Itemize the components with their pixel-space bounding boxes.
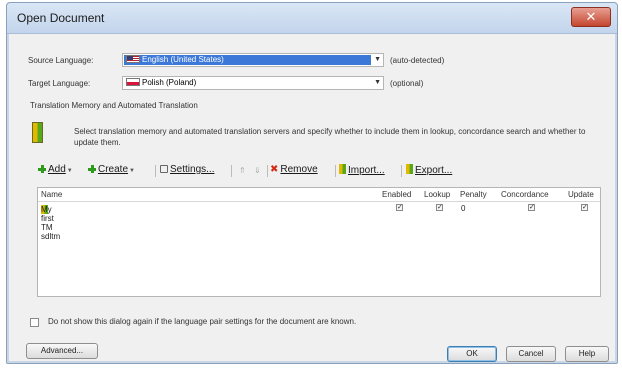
- concordance-checkbox[interactable]: ✓: [528, 204, 535, 211]
- chevron-down-icon: ▼: [66, 168, 73, 174]
- title-bar[interactable]: Open Document ✕: [7, 3, 617, 34]
- ok-button[interactable]: OK: [447, 346, 497, 362]
- help-button[interactable]: Help: [565, 346, 609, 362]
- export-button[interactable]: Export...: [406, 164, 452, 176]
- plus-icon: [88, 165, 96, 173]
- tm-list[interactable]: Name Enabled Lookup Penalty Concordance …: [37, 187, 601, 297]
- tm-section-description: Select translation memory and automated …: [74, 127, 586, 147]
- target-language-note: (optional): [390, 79, 424, 88]
- source-language-label: Source Language:: [28, 56, 94, 65]
- lookup-checkbox[interactable]: ✓: [436, 204, 443, 211]
- target-language-dropdown[interactable]: Polish (Poland) ▼: [122, 76, 384, 90]
- target-language-value: Polish (Poland): [142, 78, 197, 87]
- dialog-title: Open Document: [17, 11, 105, 25]
- remove-button[interactable]: ✖ Remove: [270, 164, 318, 175]
- source-language-note: (auto-detected): [390, 56, 445, 65]
- tm-name: My first TM sdltm: [41, 205, 61, 241]
- column-penalty[interactable]: Penalty: [460, 190, 487, 199]
- cancel-button[interactable]: Cancel: [506, 346, 556, 362]
- do-not-show-label: Do not show this dialog again if the lan…: [48, 317, 357, 326]
- plus-icon: [38, 165, 46, 173]
- close-button[interactable]: ✕: [571, 7, 611, 27]
- column-lookup[interactable]: Lookup: [424, 190, 450, 199]
- remove-icon: ✖: [270, 164, 279, 175]
- translation-memory-icon: [32, 122, 43, 143]
- column-name[interactable]: Name: [41, 190, 62, 199]
- column-concordance[interactable]: Concordance: [501, 190, 549, 199]
- us-flag-icon: [126, 55, 140, 63]
- penalty-value[interactable]: 0: [461, 204, 465, 213]
- source-language-dropdown[interactable]: English (United States) ▼: [122, 53, 384, 67]
- settings-icon: [160, 165, 168, 173]
- chevron-down-icon: ▼: [129, 168, 135, 174]
- table-row[interactable]: My first TM sdltm ✓ ✓ 0 ✓ ✓: [38, 203, 600, 241]
- pl-flag-icon: [126, 78, 140, 86]
- advanced-button[interactable]: Advanced...: [26, 343, 98, 359]
- import-button[interactable]: Import...: [339, 164, 385, 176]
- chevron-down-icon: ▼: [374, 79, 381, 86]
- update-checkbox[interactable]: ✓: [581, 204, 588, 211]
- add-button[interactable]: Add▼: [38, 164, 73, 175]
- do-not-show-checkbox[interactable]: [30, 318, 39, 327]
- move-down-button[interactable]: ⇓: [254, 166, 261, 175]
- export-icon: [406, 164, 413, 174]
- settings-button[interactable]: Settings...: [160, 164, 214, 175]
- create-button[interactable]: Create▼: [88, 164, 135, 175]
- target-language-label: Target Language:: [28, 79, 91, 88]
- move-up-button[interactable]: ⇑: [239, 166, 246, 175]
- column-enabled[interactable]: Enabled: [382, 190, 411, 199]
- tm-section-heading: Translation Memory and Automated Transla…: [30, 101, 198, 110]
- import-icon: [339, 164, 346, 174]
- source-language-value: English (United States): [142, 55, 224, 64]
- chevron-down-icon: ▼: [374, 56, 381, 63]
- column-update[interactable]: Update: [568, 190, 594, 199]
- tm-list-header: Name Enabled Lookup Penalty Concordance …: [38, 188, 600, 202]
- enabled-checkbox[interactable]: ✓: [396, 204, 403, 211]
